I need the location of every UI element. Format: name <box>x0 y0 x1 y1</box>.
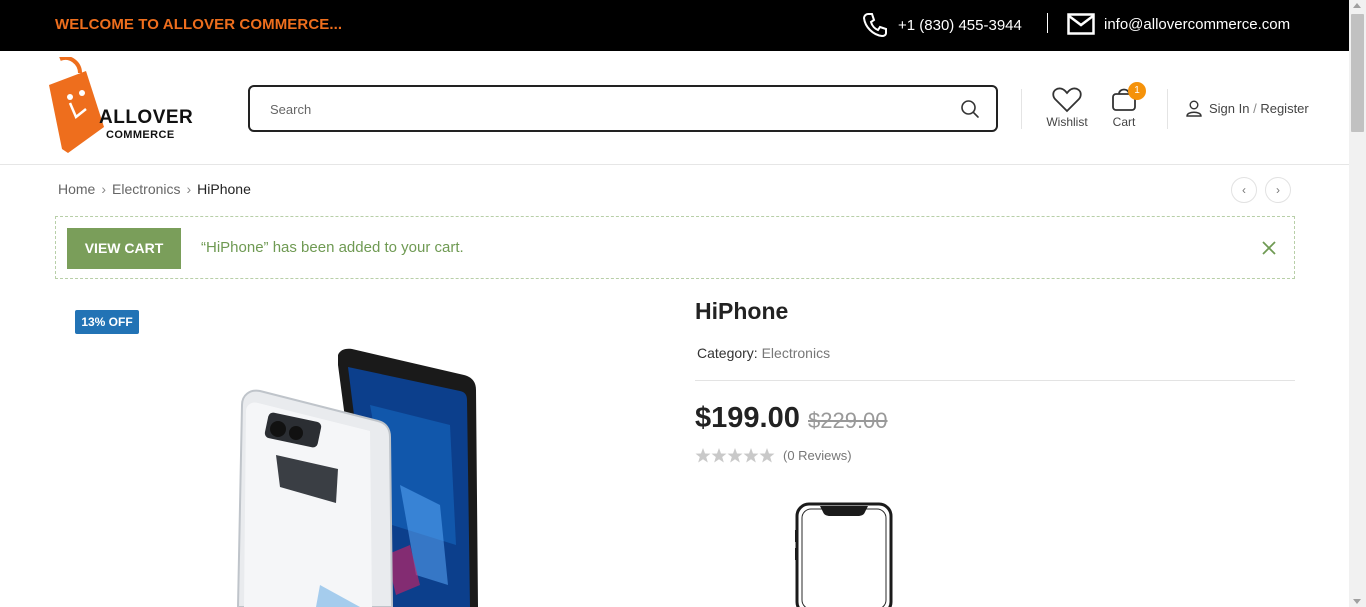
main-header: ALLOVER COMMERCE Wishlist Cart 1 Sign In… <box>0 51 1349 165</box>
page-scrollbar[interactable] <box>1349 0 1366 607</box>
current-price: $199.00 <box>695 402 800 434</box>
heart-icon <box>1052 87 1082 113</box>
mail-icon <box>1067 13 1095 35</box>
product-title: HiPhone <box>695 298 789 324</box>
sign-in-link[interactable]: Sign In <box>1209 101 1249 116</box>
divider <box>1167 89 1168 129</box>
wishlist-label: Wishlist <box>1046 115 1088 129</box>
account-links: Sign In / Register <box>1186 100 1309 117</box>
star-icon <box>759 448 775 463</box>
search-box <box>248 85 998 132</box>
chevron-right-icon: › <box>186 181 192 197</box>
product-variant-thumbnail[interactable] <box>765 490 925 607</box>
prev-product-button[interactable]: ‹ <box>1231 177 1257 203</box>
cart-label: Cart <box>1112 115 1136 129</box>
next-product-button[interactable]: › <box>1265 177 1291 203</box>
phone-thumbnail-image <box>795 502 893 607</box>
star-icon <box>695 448 711 463</box>
phone-number[interactable]: +1 (830) 455-3944 <box>898 17 1022 34</box>
chevron-left-icon: ‹ <box>1242 183 1246 197</box>
phone-product-image <box>236 348 478 607</box>
close-icon[interactable] <box>1258 237 1280 259</box>
search-input[interactable] <box>270 99 930 119</box>
wishlist-button[interactable]: Wishlist <box>1040 87 1094 133</box>
logo-text-secondary: COMMERCE <box>106 129 175 141</box>
reviews-link[interactable]: (0 Reviews) <box>783 448 852 463</box>
divider <box>1047 13 1048 33</box>
cart-notice: VIEW CART “HiPhone” has been added to yo… <box>55 216 1295 279</box>
breadcrumb-current: HiPhone <box>197 181 251 197</box>
breadcrumb: Home › Electronics › HiPhone <box>58 181 251 197</box>
cart-button[interactable]: Cart 1 <box>1103 82 1146 133</box>
search-icon[interactable] <box>960 99 980 119</box>
breadcrumb-home[interactable]: Home <box>58 181 95 197</box>
category-label: Category: <box>697 345 758 361</box>
product-main-image[interactable] <box>220 345 510 607</box>
star-icon <box>711 448 727 463</box>
star-rating <box>695 448 775 463</box>
divider <box>1021 89 1022 129</box>
scrollbar-thumb[interactable] <box>1351 14 1364 132</box>
logo-text-primary: ALLOVER <box>99 107 194 128</box>
category-link[interactable]: Electronics <box>762 345 830 361</box>
divider <box>695 380 1295 381</box>
star-icon <box>743 448 759 463</box>
notice-message: “HiPhone” has been added to your cart. <box>201 239 464 256</box>
star-icon <box>727 448 743 463</box>
welcome-text: WELCOME TO ALLOVER COMMERCE... <box>55 16 343 33</box>
discount-badge: 13% OFF <box>75 310 139 334</box>
scroll-down-arrow-icon[interactable] <box>1353 599 1361 604</box>
old-price: $229.00 <box>808 408 888 433</box>
product-category: Category: Electronics <box>697 345 830 361</box>
register-link[interactable]: Register <box>1260 101 1308 116</box>
view-cart-button[interactable]: VIEW CART <box>67 228 181 269</box>
phone-icon <box>862 13 887 38</box>
breadcrumb-category[interactable]: Electronics <box>112 181 180 197</box>
scroll-up-arrow-icon[interactable] <box>1353 3 1361 8</box>
cart-count-badge: 1 <box>1128 82 1146 100</box>
top-bar: WELCOME TO ALLOVER COMMERCE... +1 (830) … <box>0 0 1349 51</box>
chevron-right-icon: › <box>101 181 107 197</box>
chevron-right-icon: › <box>1276 183 1280 197</box>
separator: / <box>1249 101 1261 116</box>
user-icon <box>1186 100 1202 117</box>
site-logo[interactable]: ALLOVER COMMERCE <box>46 56 196 157</box>
email-address[interactable]: info@allovercommerce.com <box>1104 16 1290 33</box>
